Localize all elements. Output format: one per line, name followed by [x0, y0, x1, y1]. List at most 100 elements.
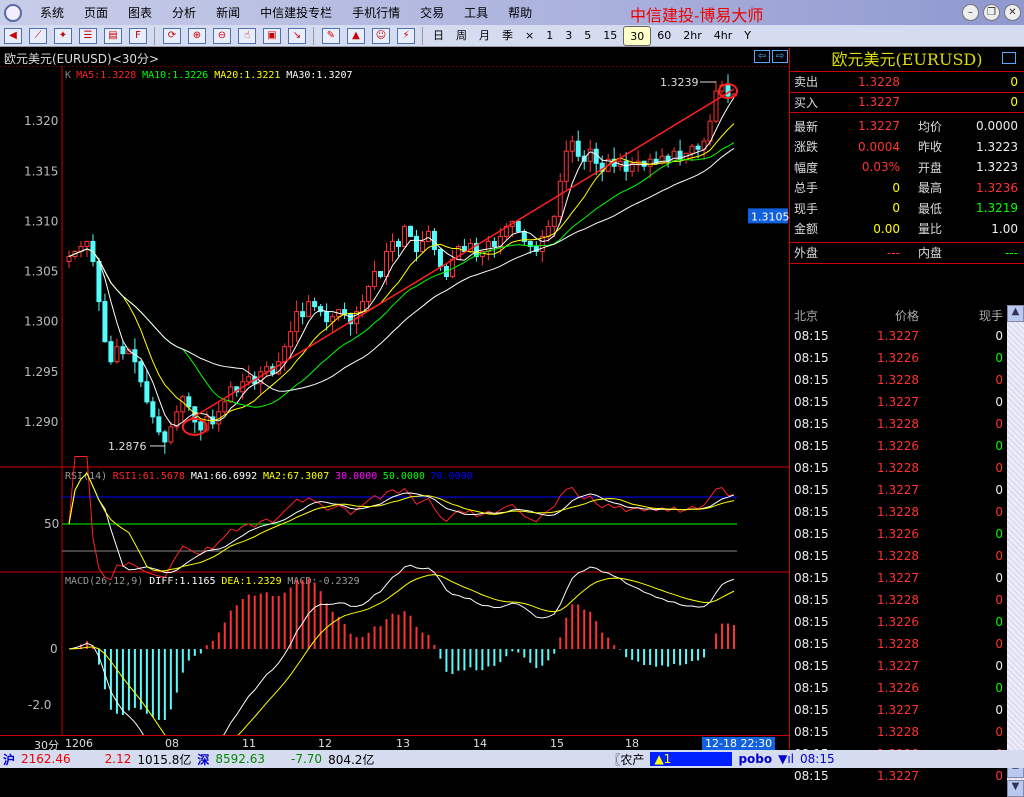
tick-volume: 0: [995, 527, 1003, 541]
period-1[interactable]: 1: [540, 26, 559, 46]
period-4hr[interactable]: 4hr: [708, 26, 739, 46]
candle: [545, 225, 551, 237]
tick-scrollbar[interactable]: ▲ ≡ ▼: [1007, 305, 1024, 797]
app-logo-icon[interactable]: [4, 3, 22, 22]
f10-icon[interactable]: F: [129, 27, 147, 44]
window-icon[interactable]: ▣: [263, 27, 281, 44]
period-15[interactable]: 15: [597, 26, 623, 46]
report-icon[interactable]: ▤: [104, 27, 122, 44]
candle: [282, 346, 288, 363]
restore-button[interactable]: ❐: [983, 4, 1000, 21]
candle: [186, 396, 192, 408]
minimize-button[interactable]: –: [962, 4, 979, 21]
tick-list: 北京 价格 现手 08:15 1.3227 0 08:15 1.3226 0 08:15 1.32…: [790, 305, 1007, 787]
menu-item[interactable]: 工具: [454, 4, 498, 21]
scroll-left-button[interactable]: ⇦: [754, 50, 770, 63]
candle: [401, 225, 407, 247]
diff-line: [68, 564, 735, 735]
price-tick-label: 1.295: [24, 365, 58, 379]
tick-volume: 0: [995, 637, 1003, 651]
menu-item[interactable]: 新闻: [206, 4, 250, 21]
scroll-right-button[interactable]: ⇨: [772, 50, 788, 63]
lightning-icon[interactable]: ⚡: [397, 27, 415, 44]
tick-row: 08:15 1.3227 0: [790, 325, 1007, 347]
legend-item: MACD:-0.2329: [287, 576, 359, 587]
candle: [695, 145, 701, 150]
export-icon[interactable]: ↘: [288, 27, 306, 44]
clock: 08:15: [800, 752, 835, 766]
legend-item: 30.0000: [335, 471, 377, 482]
tick-price: 1.3226: [877, 615, 919, 629]
tick-row: 08:15 1.3228 0: [790, 501, 1007, 523]
price-tick-label: 1.300: [24, 315, 58, 329]
period-周[interactable]: 周: [450, 26, 473, 46]
price-tick-label: 1.290: [24, 415, 58, 429]
candle-chart-icon[interactable]: ✦: [54, 27, 72, 44]
candle: [557, 180, 563, 217]
candle: [306, 301, 312, 318]
period-60[interactable]: 60: [651, 26, 677, 46]
menu-item[interactable]: 中信建投专栏: [250, 4, 342, 21]
tick-time: 08:15: [794, 417, 829, 431]
status-bar: 沪 2162.46 2.12 1015.8亿 深 8592.63 -7.70 8…: [0, 750, 1024, 768]
alert-indicator[interactable]: ▲1: [650, 752, 733, 766]
hand-icon[interactable]: ☝: [238, 27, 256, 44]
candle: [378, 271, 384, 278]
menu-item[interactable]: 交易: [410, 4, 454, 21]
period-季[interactable]: 季: [496, 26, 519, 46]
back-icon[interactable]: ◀: [4, 27, 22, 44]
tick-time: 08:15: [794, 659, 829, 673]
refresh-icon[interactable]: ⟳: [163, 27, 181, 44]
period-3[interactable]: 3: [559, 26, 578, 46]
quote-label: 均价: [918, 119, 943, 134]
tick-row: 08:15 1.3227 0: [790, 765, 1007, 787]
scroll-ticker[interactable]: 〖农产: [608, 751, 644, 768]
period-5[interactable]: 5: [578, 26, 597, 46]
tick-price: 1.3228: [877, 593, 919, 607]
period-30[interactable]: 30: [623, 25, 652, 46]
scroll-up-button[interactable]: ▲: [1007, 305, 1024, 322]
line-chart-icon[interactable]: ⟋: [29, 27, 47, 44]
tick-volume: 0: [995, 571, 1003, 585]
menu-item[interactable]: 系统: [30, 4, 74, 21]
ma5-line: [68, 97, 735, 427]
legend-item: 70.0000: [431, 471, 473, 482]
price-chart[interactable]: 1.320 1.315 1.310 1.305 1.300 1.295 1.290 K MA5:…: [0, 66, 789, 735]
candle: [312, 301, 318, 308]
zoom-out-icon[interactable]: ⊖: [213, 27, 231, 44]
maximize-panel-button[interactable]: [1002, 52, 1016, 64]
alarm-icon[interactable]: ▲: [347, 27, 365, 44]
period-2hr[interactable]: 2hr: [677, 26, 708, 46]
menu-item[interactable]: 帮助: [498, 4, 542, 21]
scroll-down-button[interactable]: ▼: [1007, 780, 1024, 797]
sh-amount: 1015.8亿: [137, 752, 192, 767]
tick-volume: 0: [995, 615, 1003, 629]
x-tick-label: 15: [550, 737, 564, 750]
tick-price: 1.3227: [877, 659, 919, 673]
tick-row: 08:15 1.3228 0: [790, 633, 1007, 655]
rsi-ma2-line: [68, 472, 735, 572]
tick-volume: 0: [995, 483, 1003, 497]
quote-label: 涨跌: [794, 140, 819, 155]
close-button[interactable]: ✕: [1004, 4, 1021, 21]
period-月[interactable]: 月: [473, 26, 496, 46]
quote-value: 0: [892, 201, 900, 216]
tick-row: 08:15 1.3226 0: [790, 435, 1007, 457]
menu-item[interactable]: 图表: [118, 4, 162, 21]
menu-item[interactable]: 页面: [74, 4, 118, 21]
menu-item[interactable]: 手机行情: [342, 4, 410, 21]
quote-value: 0.0004: [858, 139, 900, 154]
draw-icon[interactable]: ✎: [322, 27, 340, 44]
candle: [563, 150, 569, 182]
period-日[interactable]: 日: [427, 26, 450, 46]
quote-row: 现手 0 最低 1.3219: [790, 198, 1024, 219]
table-icon[interactable]: ☰: [79, 27, 97, 44]
quote-label: 现手: [794, 201, 819, 216]
users-icon[interactable]: ☺: [372, 27, 390, 44]
tick-volume: 0: [995, 505, 1003, 519]
menu-item[interactable]: 分析: [162, 4, 206, 21]
period-Y[interactable]: Y: [738, 26, 757, 46]
zoom-in-icon[interactable]: ⊕: [188, 27, 206, 44]
sz-change: -7.70: [291, 752, 323, 766]
period-×[interactable]: ×: [519, 26, 540, 46]
